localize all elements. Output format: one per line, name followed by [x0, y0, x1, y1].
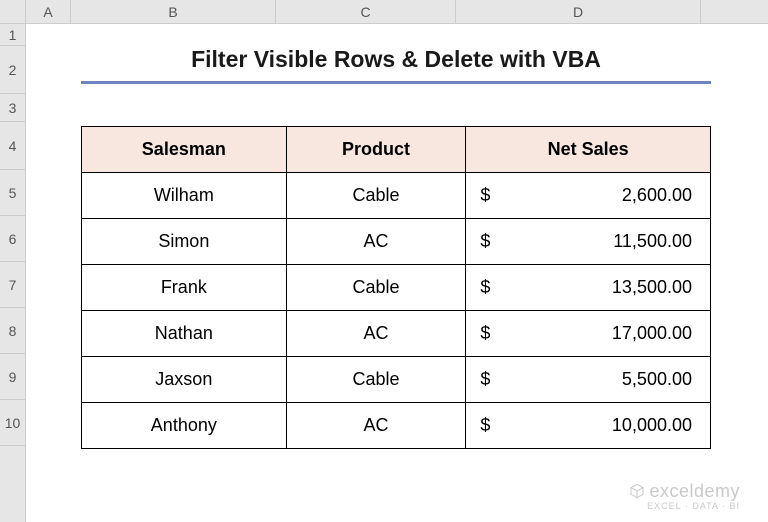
currency-symbol: $	[480, 231, 490, 252]
cell-salesman[interactable]: Wilham	[82, 173, 287, 219]
table-header-row: Salesman Product Net Sales	[82, 127, 711, 173]
header-salesman[interactable]: Salesman	[82, 127, 287, 173]
row-header-2[interactable]: 2	[0, 46, 25, 94]
cell-product[interactable]: AC	[286, 403, 466, 449]
amount: 2,600.00	[622, 185, 692, 206]
row-header-9[interactable]: 9	[0, 354, 25, 400]
cell-product[interactable]: Cable	[286, 357, 466, 403]
row-header-4[interactable]: 4	[0, 122, 25, 170]
select-all-corner[interactable]	[0, 0, 26, 24]
amount: 11,500.00	[613, 231, 692, 252]
row-headers: 12345678910	[0, 24, 26, 522]
col-header-a[interactable]: A	[26, 0, 71, 23]
watermark-tag: EXCEL · DATA · BI	[629, 502, 740, 512]
header-netsales[interactable]: Net Sales	[466, 127, 711, 173]
amount: 13,500.00	[612, 277, 692, 298]
cell-netsales[interactable]: $2,600.00	[466, 173, 711, 219]
row-header-8[interactable]: 8	[0, 308, 25, 354]
cell-product[interactable]: AC	[286, 219, 466, 265]
row-header-3[interactable]: 3	[0, 94, 25, 122]
currency-symbol: $	[480, 415, 490, 436]
row-header-1[interactable]: 1	[0, 24, 25, 46]
col-header-d[interactable]: D	[456, 0, 701, 23]
cell-salesman[interactable]: Frank	[82, 265, 287, 311]
cube-icon	[629, 483, 645, 504]
currency-symbol: $	[480, 369, 490, 390]
column-headers: ABCD	[26, 0, 768, 24]
currency-symbol: $	[480, 277, 490, 298]
col-header-b[interactable]: B	[71, 0, 276, 23]
cell-salesman[interactable]: Jaxson	[82, 357, 287, 403]
cell-salesman[interactable]: Simon	[82, 219, 287, 265]
cell-salesman[interactable]: Nathan	[82, 311, 287, 357]
amount: 17,000.00	[612, 323, 692, 344]
currency-symbol: $	[480, 323, 490, 344]
cell-salesman[interactable]: Anthony	[82, 403, 287, 449]
page-title: Filter Visible Rows & Delete with VBA	[81, 46, 711, 84]
amount: 10,000.00	[612, 415, 692, 436]
cell-product[interactable]: Cable	[286, 173, 466, 219]
cell-netsales[interactable]: $13,500.00	[466, 265, 711, 311]
grid-area[interactable]: Filter Visible Rows & Delete with VBA Sa…	[26, 24, 768, 522]
table-row: JaxsonCable$5,500.00	[82, 357, 711, 403]
row-header-10[interactable]: 10	[0, 400, 25, 446]
watermark-name: exceldemy	[649, 481, 740, 501]
table-row: SimonAC$11,500.00	[82, 219, 711, 265]
cell-netsales[interactable]: $5,500.00	[466, 357, 711, 403]
data-table: Salesman Product Net Sales WilhamCable$2…	[81, 126, 711, 449]
row-header-7[interactable]: 7	[0, 262, 25, 308]
spreadsheet: ABCD 12345678910 Filter Visible Rows & D…	[0, 0, 768, 522]
cell-netsales[interactable]: $11,500.00	[466, 219, 711, 265]
watermark: exceldemy EXCEL · DATA · BI	[629, 481, 740, 512]
table-row: FrankCable$13,500.00	[82, 265, 711, 311]
cell-product[interactable]: AC	[286, 311, 466, 357]
cell-netsales[interactable]: $10,000.00	[466, 403, 711, 449]
row-header-6[interactable]: 6	[0, 216, 25, 262]
cell-netsales[interactable]: $17,000.00	[466, 311, 711, 357]
table-row: NathanAC$17,000.00	[82, 311, 711, 357]
cell-product[interactable]: Cable	[286, 265, 466, 311]
header-product[interactable]: Product	[286, 127, 466, 173]
col-header-c[interactable]: C	[276, 0, 456, 23]
amount: 5,500.00	[622, 369, 692, 390]
table-row: WilhamCable$2,600.00	[82, 173, 711, 219]
row-header-5[interactable]: 5	[0, 170, 25, 216]
table-row: AnthonyAC$10,000.00	[82, 403, 711, 449]
currency-symbol: $	[480, 185, 490, 206]
